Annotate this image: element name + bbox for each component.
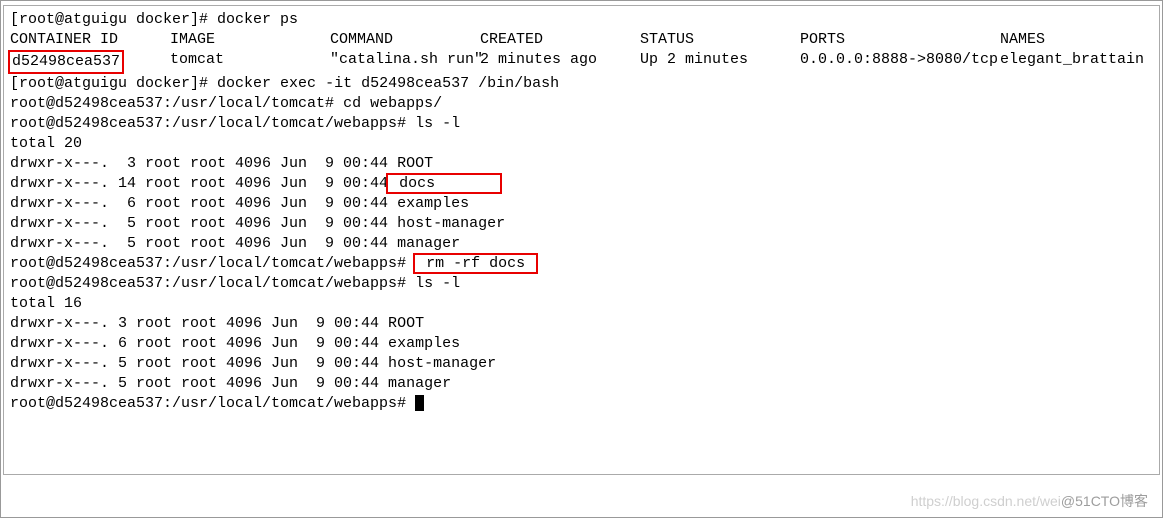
cursor-icon xyxy=(415,395,424,411)
ls-row: drwxr-x---. 5 root root 4096 Jun 9 00:44… xyxy=(10,374,1153,394)
cell-command: "catalina.sh run" xyxy=(330,50,480,74)
shell-prompt: root@d52498cea537:/usr/local/tomcat/weba… xyxy=(10,115,415,132)
col-image: IMAGE xyxy=(170,30,330,50)
col-created: CREATED xyxy=(480,30,640,50)
shell-prompt: [root@atguigu docker]# xyxy=(10,11,217,28)
ls-row: drwxr-x---. 5 root root 4096 Jun 9 00:44… xyxy=(10,214,1153,234)
cell-ports: 0.0.0.0:8888->8080/tcp xyxy=(800,50,1000,74)
terminal-line: [root@atguigu docker]# docker ps xyxy=(10,10,1153,30)
col-ports: PORTS xyxy=(800,30,1000,50)
command-text: docker exec -it d52498cea537 /bin/bash xyxy=(217,75,559,92)
highlight-box: docs xyxy=(386,173,502,194)
ls-output: drwxr-x---. 3 root root 4096 Jun 9 00:44… xyxy=(10,314,1153,394)
col-status: STATUS xyxy=(640,30,800,50)
ls-row: drwxr-x---. 6 root root 4096 Jun 9 00:44… xyxy=(10,194,1153,214)
terminal-line: root@d52498cea537:/usr/local/tomcat/weba… xyxy=(10,254,1153,274)
col-command: COMMAND xyxy=(330,30,480,50)
terminal-line: root@d52498cea537:/usr/local/tomcat/weba… xyxy=(10,274,1153,294)
shell-prompt: root@d52498cea537:/usr/local/tomcat/weba… xyxy=(10,395,415,412)
shell-prompt: root@d52498cea537:/usr/local/tomcat# xyxy=(10,95,343,112)
ls-total: total 20 xyxy=(10,134,1153,154)
terminal-line: [root@atguigu docker]# docker exec -it d… xyxy=(10,74,1153,94)
ls-total: total 16 xyxy=(10,294,1153,314)
command-text: docker ps xyxy=(217,11,298,28)
col-container-id: CONTAINER ID xyxy=(10,30,170,50)
terminal-line: root@d52498cea537:/usr/local/tomcat/weba… xyxy=(10,114,1153,134)
cell-created: 2 minutes ago xyxy=(480,50,640,74)
shell-prompt: [root@atguigu docker]# xyxy=(10,75,217,92)
highlight-box: rm -rf docs xyxy=(413,253,538,274)
command-text: cd webapps/ xyxy=(343,95,442,112)
col-names: NAMES xyxy=(1000,30,1150,50)
terminal-line: root@d52498cea537:/usr/local/tomcat# cd … xyxy=(10,94,1153,114)
ls-row: drwxr-x---. 14 root root 4096 Jun 9 00:4… xyxy=(10,174,1153,194)
cell-status: Up 2 minutes xyxy=(640,50,800,74)
cell-container-id: d52498cea537 xyxy=(10,50,170,74)
shell-prompt: root@d52498cea537:/usr/local/tomcat/weba… xyxy=(10,255,415,272)
cell-image: tomcat xyxy=(170,50,330,74)
command-text: ls -l xyxy=(415,275,460,292)
ls-row: drwxr-x---. 3 root root 4096 Jun 9 00:44… xyxy=(10,314,1153,334)
command-text: ls -l xyxy=(415,115,460,132)
watermark-site: https://blog.csdn.net/wei xyxy=(911,493,1061,509)
docker-ps-header: CONTAINER ID IMAGE COMMAND CREATED STATU… xyxy=(10,30,1153,50)
terminal-window[interactable]: [root@atguigu docker]# docker ps CONTAIN… xyxy=(3,5,1160,475)
terminal-line: root@d52498cea537:/usr/local/tomcat/weba… xyxy=(10,394,1153,414)
ls-row: drwxr-x---. 3 root root 4096 Jun 9 00:44… xyxy=(10,154,1153,174)
cell-names: elegant_brattain xyxy=(1000,50,1150,74)
watermark-author: @51CTO博客 xyxy=(1061,493,1148,509)
docker-ps-row: d52498cea537 tomcat "catalina.sh run" 2 … xyxy=(10,50,1153,74)
highlight-box: d52498cea537 xyxy=(8,50,124,74)
ls-row: drwxr-x---. 5 root root 4096 Jun 9 00:44… xyxy=(10,354,1153,374)
watermark: https://blog.csdn.net/wei@51CTO博客 xyxy=(911,491,1148,511)
ls-row-meta: drwxr-x---. 14 root root 4096 Jun 9 00:4… xyxy=(10,175,388,192)
ls-row: drwxr-x---. 5 root root 4096 Jun 9 00:44… xyxy=(10,234,1153,254)
ls-output: drwxr-x---. 3 root root 4096 Jun 9 00:44… xyxy=(10,154,1153,254)
shell-prompt: root@d52498cea537:/usr/local/tomcat/weba… xyxy=(10,275,415,292)
ls-row: drwxr-x---. 6 root root 4096 Jun 9 00:44… xyxy=(10,334,1153,354)
